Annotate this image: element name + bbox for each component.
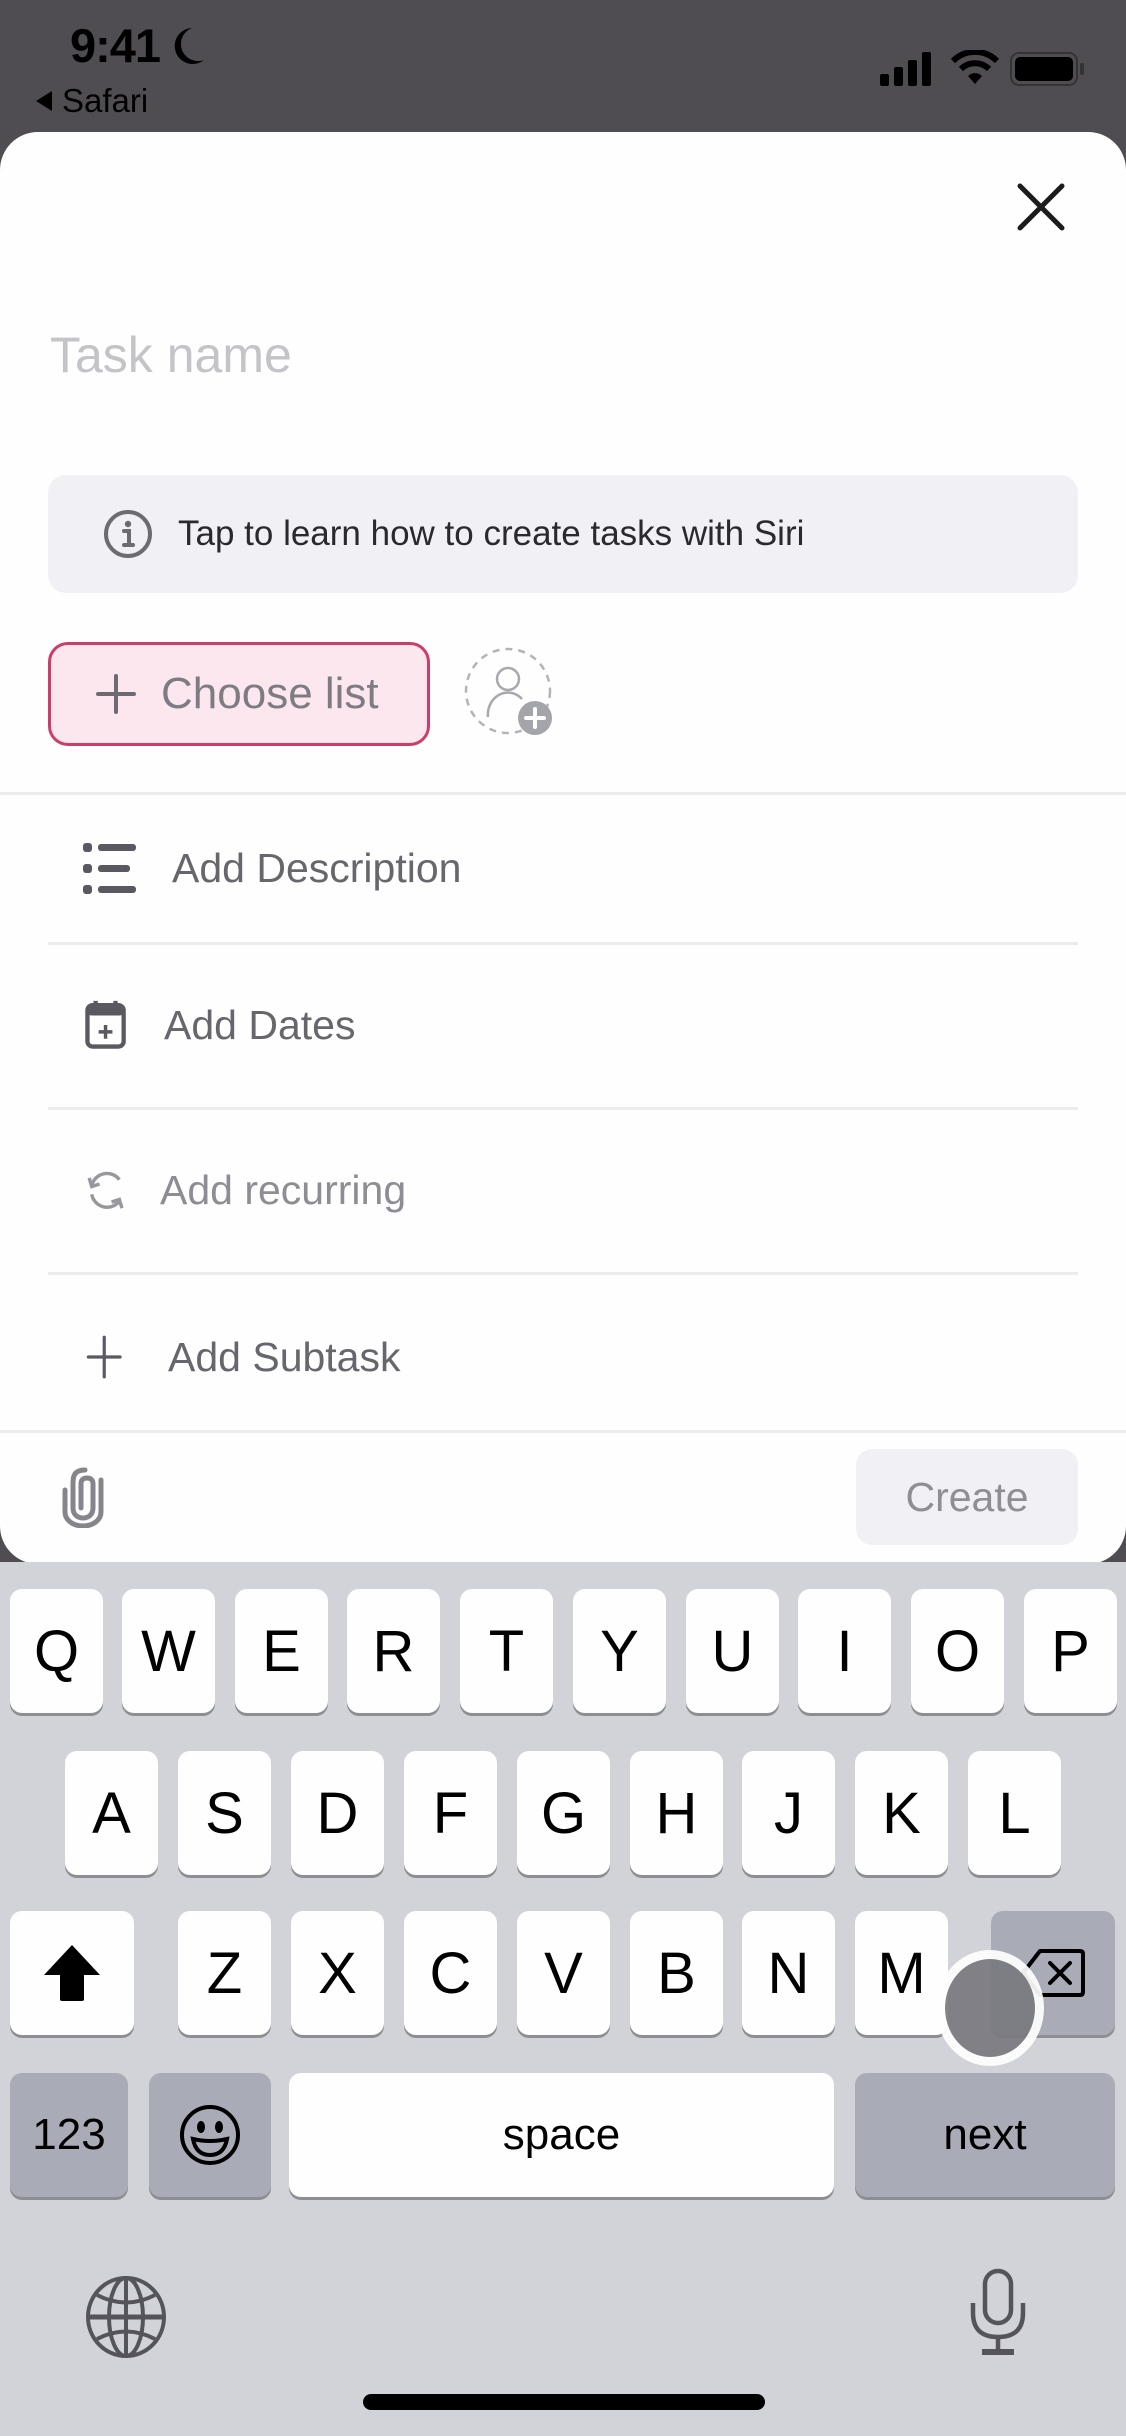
key-b[interactable]: B bbox=[630, 1911, 723, 2035]
close-icon[interactable] bbox=[1010, 176, 1072, 238]
paperclip-icon[interactable] bbox=[55, 1464, 115, 1528]
key-o[interactable]: O bbox=[911, 1589, 1004, 1713]
shift-icon bbox=[44, 1945, 100, 2001]
key-u[interactable]: U bbox=[686, 1589, 779, 1713]
key-l[interactable]: L bbox=[968, 1751, 1061, 1875]
create-button[interactable]: Create bbox=[856, 1449, 1078, 1545]
microphone-icon[interactable] bbox=[963, 2267, 1033, 2357]
numbers-key[interactable]: 123 bbox=[10, 2073, 128, 2197]
space-key[interactable]: space bbox=[289, 2073, 834, 2197]
back-app-label: Safari bbox=[62, 82, 149, 119]
add-description-label: Add Description bbox=[172, 844, 462, 891]
add-dates-row[interactable]: Add Dates bbox=[48, 975, 1078, 1075]
battery-icon bbox=[1010, 52, 1084, 86]
task-name-input[interactable] bbox=[50, 322, 1050, 388]
info-icon bbox=[104, 510, 152, 558]
key-v[interactable]: V bbox=[517, 1911, 610, 2035]
choose-list-label: Choose list bbox=[161, 669, 379, 718]
section-divider bbox=[0, 792, 1126, 795]
emoji-key[interactable] bbox=[149, 2073, 271, 2197]
key-e[interactable]: E bbox=[235, 1589, 328, 1713]
add-recurring-label: Add recurring bbox=[160, 1166, 407, 1213]
back-to-safari-link[interactable]: Safari bbox=[36, 82, 148, 120]
siri-tip-banner[interactable]: Tap to learn how to create tasks with Si… bbox=[48, 475, 1078, 593]
emoji-icon bbox=[180, 2105, 240, 2165]
next-key[interactable]: next bbox=[855, 2073, 1115, 2197]
key-k[interactable]: K bbox=[855, 1751, 948, 1875]
key-x[interactable]: X bbox=[291, 1911, 384, 2035]
key-w[interactable]: W bbox=[122, 1589, 215, 1713]
key-d[interactable]: D bbox=[291, 1751, 384, 1875]
add-assignee-icon[interactable] bbox=[464, 647, 556, 739]
add-description-row[interactable]: Add Description bbox=[48, 818, 1078, 918]
row-divider bbox=[48, 1272, 1078, 1275]
row-divider bbox=[48, 942, 1078, 945]
moon-icon bbox=[174, 28, 204, 64]
key-r[interactable]: R bbox=[347, 1589, 440, 1713]
key-a[interactable]: A bbox=[65, 1751, 158, 1875]
footer-divider bbox=[0, 1430, 1126, 1433]
calendar-add-icon bbox=[85, 1000, 126, 1049]
status-time: 9:41 bbox=[70, 19, 161, 72]
plus-icon bbox=[96, 674, 136, 714]
cellular-signal-icon bbox=[880, 52, 931, 86]
key-j[interactable]: J bbox=[742, 1751, 835, 1875]
key-z[interactable]: Z bbox=[178, 1911, 271, 2035]
recurring-icon bbox=[87, 1171, 124, 1209]
key-h[interactable]: H bbox=[630, 1751, 723, 1875]
shift-key[interactable] bbox=[10, 1911, 134, 2035]
back-arrow-icon bbox=[36, 91, 52, 111]
siri-tip-text: Tap to learn how to create tasks with Si… bbox=[178, 514, 805, 553]
key-m[interactable]: M bbox=[855, 1911, 948, 2035]
add-subtask-row[interactable]: Add Subtask bbox=[48, 1307, 1078, 1407]
key-i[interactable]: I bbox=[798, 1589, 891, 1713]
home-indicator bbox=[363, 2394, 765, 2410]
choose-list-button[interactable]: Choose list bbox=[48, 642, 430, 746]
add-subtask-label: Add Subtask bbox=[168, 1333, 401, 1380]
key-t[interactable]: T bbox=[460, 1589, 553, 1713]
add-recurring-row[interactable]: Add recurring bbox=[48, 1140, 1078, 1240]
key-f[interactable]: F bbox=[404, 1751, 497, 1875]
key-s[interactable]: S bbox=[178, 1751, 271, 1875]
touch-indicator bbox=[936, 1950, 1044, 2066]
globe-icon[interactable] bbox=[84, 2275, 168, 2359]
add-dates-label: Add Dates bbox=[164, 1001, 356, 1048]
description-list-icon bbox=[83, 843, 136, 894]
key-p[interactable]: P bbox=[1024, 1589, 1117, 1713]
key-q[interactable]: Q bbox=[10, 1589, 103, 1713]
key-g[interactable]: G bbox=[517, 1751, 610, 1875]
row-divider bbox=[48, 1107, 1078, 1110]
plus-icon bbox=[86, 1335, 122, 1379]
key-n[interactable]: N bbox=[742, 1911, 835, 2035]
key-c[interactable]: C bbox=[404, 1911, 497, 2035]
key-y[interactable]: Y bbox=[573, 1589, 666, 1713]
wifi-icon bbox=[950, 50, 1000, 84]
